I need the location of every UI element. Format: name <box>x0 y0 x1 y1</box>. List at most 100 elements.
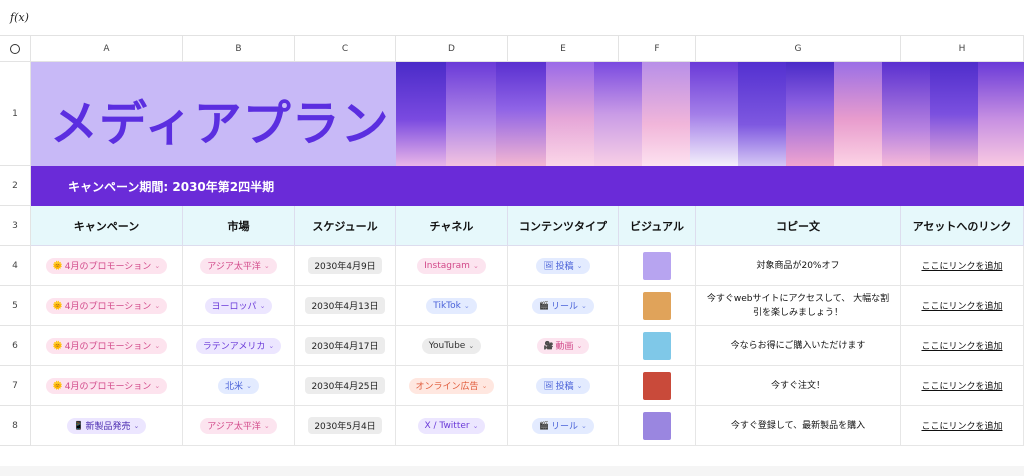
date-chip[interactable]: 2030年4月17日 <box>305 337 385 354</box>
content-type-cell[interactable]: 🖼 投稿 ⌄ <box>508 246 619 286</box>
content-type-chip[interactable]: 🖼 投稿 ⌄ <box>536 257 590 274</box>
campaign-chip[interactable]: 🌞 4月のプロモーション ⌄ <box>45 257 168 274</box>
schedule-cell[interactable]: 2030年4月17日 <box>295 326 396 366</box>
schedule-cell[interactable]: 2030年4月13日 <box>295 286 396 326</box>
schedule-cell[interactable]: 2030年5月4日 <box>295 406 396 446</box>
channel-cell[interactable]: TikTok ⌄ <box>396 286 508 326</box>
campaign-chip[interactable]: 🌞 4月のプロモーション ⌄ <box>45 377 168 394</box>
copy-cell[interactable]: 今すぐ登録して、最新製品を購入 <box>696 406 901 446</box>
content-type-cell[interactable]: 🎥 動画 ⌄ <box>508 326 619 366</box>
header-schedule[interactable]: スケジュール <box>295 206 396 246</box>
campaign-cell[interactable]: 🌞 4月のプロモーション ⌄ <box>31 366 183 406</box>
asset-link-cell[interactable]: ここにリンクを追加 <box>901 246 1024 286</box>
visual-cell[interactable] <box>619 326 696 366</box>
market-chip[interactable]: ヨーロッパ ⌄ <box>204 297 273 314</box>
column-header-e[interactable]: E <box>508 36 619 62</box>
content-type-cell[interactable]: 🖼 投稿 ⌄ <box>508 366 619 406</box>
content-type-chip[interactable]: 🎬 リール ⌄ <box>532 417 594 434</box>
copy-cell[interactable]: 対象商品が20%オフ <box>696 246 901 286</box>
visual-cell[interactable] <box>619 366 696 406</box>
channel-chip[interactable]: X / Twitter ⌄ <box>417 417 486 434</box>
date-chip[interactable]: 2030年4月13日 <box>305 297 385 314</box>
visual-thumbnail[interactable] <box>643 251 671 280</box>
asset-link-cell[interactable]: ここにリンクを追加 <box>901 366 1024 406</box>
market-cell[interactable]: 北米 ⌄ <box>183 366 295 406</box>
campaign-cell[interactable]: 🌞 4月のプロモーション ⌄ <box>31 286 183 326</box>
campaign-chip[interactable]: 🌞 4月のプロモーション ⌄ <box>45 337 168 354</box>
channel-cell[interactable]: X / Twitter ⌄ <box>396 406 508 446</box>
column-header-d[interactable]: D <box>396 36 508 62</box>
asset-link[interactable]: ここにリンクを追加 <box>921 339 1002 352</box>
column-header-h[interactable]: H <box>901 36 1024 62</box>
copy-cell[interactable]: 今すぐ注文！ <box>696 366 901 406</box>
date-chip[interactable]: 2030年4月25日 <box>305 377 385 394</box>
header-campaign[interactable]: キャンペーン <box>31 206 183 246</box>
row-header-1[interactable]: 1 <box>0 62 31 166</box>
row-header-8[interactable]: 8 <box>0 406 31 446</box>
row-header-7[interactable]: 7 <box>0 366 31 406</box>
column-header-f[interactable]: F <box>619 36 696 62</box>
asset-link-cell[interactable]: ここにリンクを追加 <box>901 406 1024 446</box>
channel-cell[interactable]: Instagram ⌄ <box>396 246 508 286</box>
visual-thumbnail[interactable] <box>643 371 671 400</box>
header-visual[interactable]: ビジュアル <box>619 206 696 246</box>
copy-cell[interactable]: 今すぐwebサイトにアクセスして、 大幅な割引を楽しみましょう！ <box>696 286 901 326</box>
campaign-cell[interactable]: 🌞 4月のプロモーション ⌄ <box>31 246 183 286</box>
campaign-chip[interactable]: 🌞 4月のプロモーション ⌄ <box>45 297 168 314</box>
visual-cell[interactable] <box>619 286 696 326</box>
date-chip[interactable]: 2030年4月9日 <box>308 257 382 274</box>
visual-thumbnail[interactable] <box>643 291 671 320</box>
channel-chip[interactable]: TikTok ⌄ <box>426 297 477 314</box>
row-header-4[interactable]: 4 <box>0 246 31 286</box>
market-chip[interactable]: 北米 ⌄ <box>218 377 259 394</box>
market-cell[interactable]: アジア太平洋 ⌄ <box>183 406 295 446</box>
content-type-cell[interactable]: 🎬 リール ⌄ <box>508 286 619 326</box>
row-header-2[interactable]: 2 <box>0 166 31 206</box>
channel-cell[interactable]: YouTube ⌄ <box>396 326 508 366</box>
formula-bar[interactable]: f(x) <box>0 0 1024 36</box>
visual-thumbnail[interactable] <box>643 331 671 360</box>
asset-link[interactable]: ここにリンクを追加 <box>921 379 1002 392</box>
campaign-cell[interactable]: 📱 新製品発売 ⌄ <box>31 406 183 446</box>
market-cell[interactable]: ヨーロッパ ⌄ <box>183 286 295 326</box>
select-all-corner[interactable] <box>0 36 31 62</box>
channel-chip[interactable]: オンライン広告 ⌄ <box>408 377 495 394</box>
campaign-chip[interactable]: 📱 新製品発売 ⌄ <box>66 417 147 434</box>
asset-link[interactable]: ここにリンクを追加 <box>921 299 1002 312</box>
visual-cell[interactable] <box>619 406 696 446</box>
column-header-a[interactable]: A <box>31 36 183 62</box>
row-header-5[interactable]: 5 <box>0 286 31 326</box>
schedule-cell[interactable]: 2030年4月9日 <box>295 246 396 286</box>
market-chip[interactable]: ラテンアメリカ ⌄ <box>195 337 282 354</box>
header-channel[interactable]: チャネル <box>396 206 508 246</box>
market-chip[interactable]: アジア太平洋 ⌄ <box>200 257 277 274</box>
channel-chip[interactable]: Instagram ⌄ <box>417 257 486 274</box>
market-cell[interactable]: ラテンアメリカ ⌄ <box>183 326 295 366</box>
market-chip[interactable]: アジア太平洋 ⌄ <box>200 417 277 434</box>
row-header-3[interactable]: 3 <box>0 206 31 246</box>
date-chip[interactable]: 2030年5月4日 <box>308 417 382 434</box>
schedule-cell[interactable]: 2030年4月25日 <box>295 366 396 406</box>
channel-chip[interactable]: YouTube ⌄ <box>421 337 482 354</box>
visual-cell[interactable] <box>619 246 696 286</box>
content-type-chip[interactable]: 🎬 リール ⌄ <box>532 297 594 314</box>
asset-link[interactable]: ここにリンクを追加 <box>921 419 1002 432</box>
column-header-c[interactable]: C <box>295 36 396 62</box>
asset-link-cell[interactable]: ここにリンクを追加 <box>901 286 1024 326</box>
copy-cell[interactable]: 今ならお得にご購入いただけます <box>696 326 901 366</box>
asset-link[interactable]: ここにリンクを追加 <box>921 259 1002 272</box>
content-type-chip[interactable]: 🎥 動画 ⌄ <box>536 337 590 354</box>
column-header-b[interactable]: B <box>183 36 295 62</box>
content-type-chip[interactable]: 🖼 投稿 ⌄ <box>536 377 590 394</box>
horizontal-scrollbar[interactable] <box>0 466 1024 476</box>
row-header-6[interactable]: 6 <box>0 326 31 366</box>
header-copy[interactable]: コピー文 <box>696 206 901 246</box>
content-type-cell[interactable]: 🎬 リール ⌄ <box>508 406 619 446</box>
channel-cell[interactable]: オンライン広告 ⌄ <box>396 366 508 406</box>
header-asset-link[interactable]: アセットへのリンク <box>901 206 1024 246</box>
market-cell[interactable]: アジア太平洋 ⌄ <box>183 246 295 286</box>
visual-thumbnail[interactable] <box>643 411 671 440</box>
column-header-g[interactable]: G <box>696 36 901 62</box>
header-content-type[interactable]: コンテンツタイプ <box>508 206 619 246</box>
header-market[interactable]: 市場 <box>183 206 295 246</box>
